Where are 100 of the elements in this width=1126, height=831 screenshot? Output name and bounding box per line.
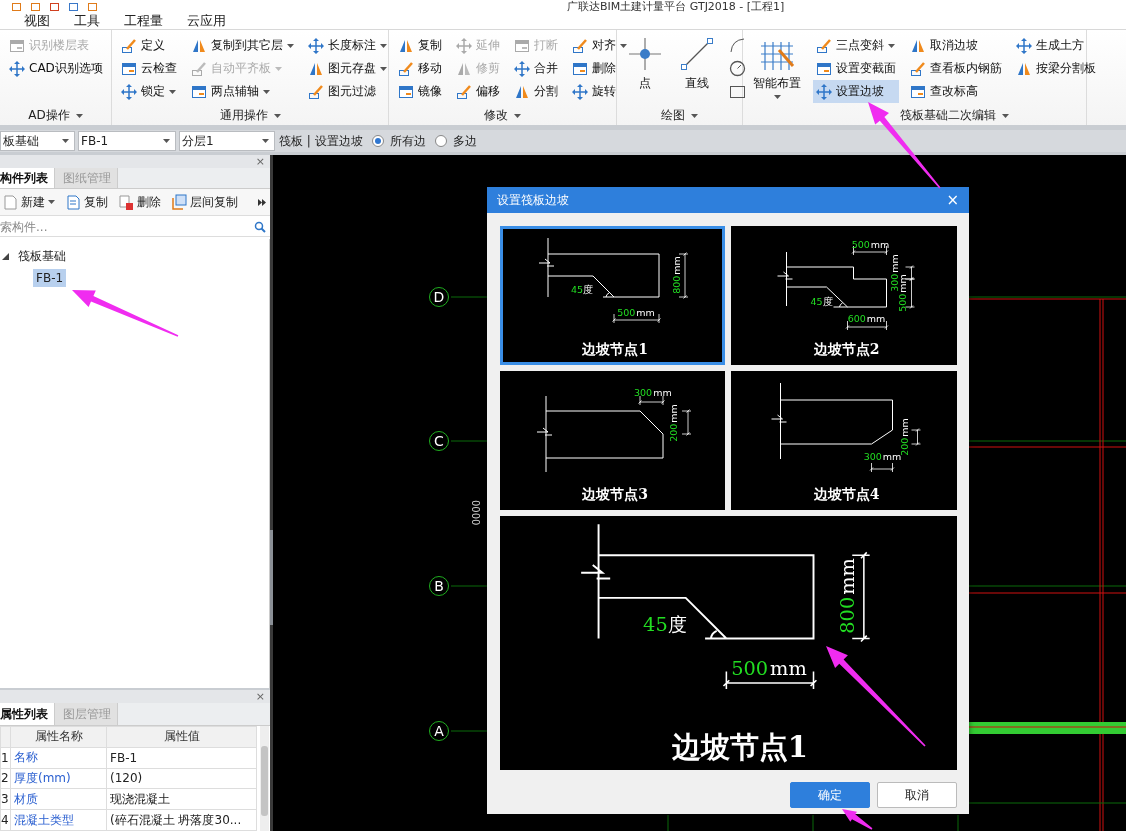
dimension-label: 500 mm	[851, 239, 890, 250]
expand-triangle-icon[interactable]	[2, 252, 9, 260]
ribbon-button[interactable]: 长度标注	[305, 34, 390, 57]
ribbon-button[interactable]: 生成土方	[1013, 34, 1099, 57]
group-label: 修改	[484, 107, 508, 124]
caret-icon	[1002, 113, 1009, 118]
radio-button[interactable]	[371, 135, 384, 147]
ribbon-button[interactable]: 直线	[675, 34, 719, 102]
cancel-button[interactable]: 取消	[877, 782, 957, 808]
ribbon-button[interactable]: 图元过滤	[305, 80, 390, 103]
scrollbar[interactable]	[260, 726, 269, 831]
arrows-icon	[9, 60, 25, 77]
toolbar-icon[interactable]	[88, 2, 97, 11]
dimension-label: 600 mm	[847, 313, 886, 324]
toolbar-button[interactable]: 删除	[116, 193, 163, 211]
caret-icon	[62, 139, 69, 143]
slope-option[interactable]: 300 mm 200mm 边坡节点3	[500, 371, 725, 510]
more-icon[interactable]	[258, 198, 266, 206]
ribbon-button[interactable]: 智能布置	[749, 34, 805, 102]
ok-button[interactable]: 确定	[790, 782, 870, 808]
caret-icon	[888, 43, 895, 48]
table-cell: 名称	[10, 747, 107, 769]
point-icon	[627, 36, 663, 72]
ribbon-button[interactable]: 分割	[511, 80, 561, 103]
menu-item[interactable]: 工具	[62, 12, 112, 30]
ribbon-button[interactable]: 三点变斜	[813, 34, 899, 57]
radio-label[interactable]: 所有边	[389, 132, 426, 150]
pencil-icon	[910, 60, 926, 77]
ribbon-button[interactable]: 锁定	[118, 80, 180, 103]
window-icon	[9, 37, 25, 54]
status-text: 筏板 | 设置边坡	[279, 132, 363, 150]
ribbon-button[interactable]: 合并	[511, 57, 561, 80]
ribbon-button[interactable]: 偏移	[453, 80, 503, 103]
toolbar-icon[interactable]	[31, 2, 40, 11]
window-icon	[121, 60, 137, 77]
ribbon-button[interactable]: 两点辅轴	[188, 80, 297, 103]
close-button[interactable]: ×	[255, 690, 265, 703]
table-cell: (碎石混凝土 坍落度30...	[106, 809, 257, 831]
tree-item[interactable]: 筏板基础	[15, 245, 69, 267]
panel-tab[interactable]: 构件列表	[0, 168, 55, 188]
search-field[interactable]: 索构件...	[0, 220, 200, 234]
ribbon-button[interactable]: 镜像	[395, 80, 445, 103]
pencil-icon	[572, 37, 588, 54]
dimension-label: 300 mm	[634, 387, 672, 398]
toolbar-icon[interactable]	[12, 2, 21, 11]
ribbon-button[interactable]: 查看板内钢筋	[907, 57, 1005, 80]
combo-box[interactable]: 板基础	[0, 131, 75, 151]
slope-option[interactable]: 200mm 300 mm 边坡节点4	[731, 371, 957, 510]
combo-box[interactable]: 分层1	[179, 131, 275, 151]
slope-option[interactable]: 800mm 500 mm 45度 边坡节点1	[500, 226, 725, 365]
toolbar-button[interactable]: 新建	[0, 193, 57, 211]
dimension-label: 800mm	[671, 256, 682, 294]
group-label: 筏板基础二次编辑	[900, 107, 996, 124]
toolbar-button[interactable]: 层间复制	[169, 193, 240, 211]
dimension-label: 300mm	[888, 254, 900, 292]
pencil-icon	[308, 83, 324, 100]
dimension-line	[678, 252, 689, 299]
close-button[interactable]: ×	[946, 191, 959, 209]
ribbon-button[interactable]: CAD识别选项	[6, 57, 106, 80]
ribbon-button[interactable]: 移动	[395, 57, 445, 80]
ribbon-button[interactable]: 图元存盘	[305, 57, 390, 80]
caret-icon	[287, 43, 294, 48]
pencil-icon	[456, 83, 472, 100]
arrows-icon	[456, 37, 472, 54]
ribbon-button[interactable]: 定义	[118, 34, 180, 57]
menu-item[interactable]: 工程量	[112, 12, 175, 30]
arrows-icon	[816, 83, 832, 100]
radio-button[interactable]	[434, 135, 447, 147]
caret-icon	[514, 113, 521, 118]
ribbon-button[interactable]: 复制	[395, 34, 445, 57]
tree-item[interactable]: FB-1	[33, 269, 67, 287]
menu-item[interactable]: 视图	[12, 12, 62, 30]
ribbon-button[interactable]: 云检查	[118, 57, 180, 80]
close-button[interactable]: ×	[255, 155, 265, 168]
toolbar-icon[interactable]	[50, 2, 59, 11]
row-number: 1	[0, 747, 11, 769]
window-icon	[910, 83, 926, 100]
search-icon[interactable]	[254, 221, 266, 233]
ribbon-button[interactable]: 取消边坡	[907, 34, 1005, 57]
ribbon-button[interactable]: 设置边坡	[813, 80, 899, 103]
ribbon-button[interactable]: 复制到其它层	[188, 34, 297, 57]
option-title: 边坡节点4	[813, 486, 880, 502]
group-label: AD操作	[28, 107, 70, 124]
toolbar-button[interactable]: 复制	[63, 193, 110, 211]
ribbon-button[interactable]: 按梁分割板	[1013, 57, 1099, 80]
slope-option[interactable]: 500 mm 300mm 500mm 600 mm 45度 边坡节点2	[731, 226, 957, 365]
ribbon-button[interactable]: 查改标高	[907, 80, 1005, 103]
ribbon-button[interactable]: 设置变截面	[813, 57, 899, 80]
dimension-line	[638, 395, 665, 406]
group-label: 通用操作	[219, 107, 268, 124]
radio-label[interactable]: 多边	[452, 132, 477, 150]
combo-box[interactable]: FB-1	[78, 131, 176, 151]
menu-item[interactable]: 云应用	[175, 12, 238, 30]
caret-icon	[75, 113, 83, 118]
splitter-handle[interactable]	[270, 530, 273, 625]
group-label: 绘图	[661, 107, 685, 124]
panel-tab[interactable]: 属性列表	[0, 703, 55, 725]
caret-icon	[163, 139, 170, 143]
angle-label: 45度	[571, 284, 594, 295]
toolbar-icon[interactable]	[69, 2, 78, 11]
